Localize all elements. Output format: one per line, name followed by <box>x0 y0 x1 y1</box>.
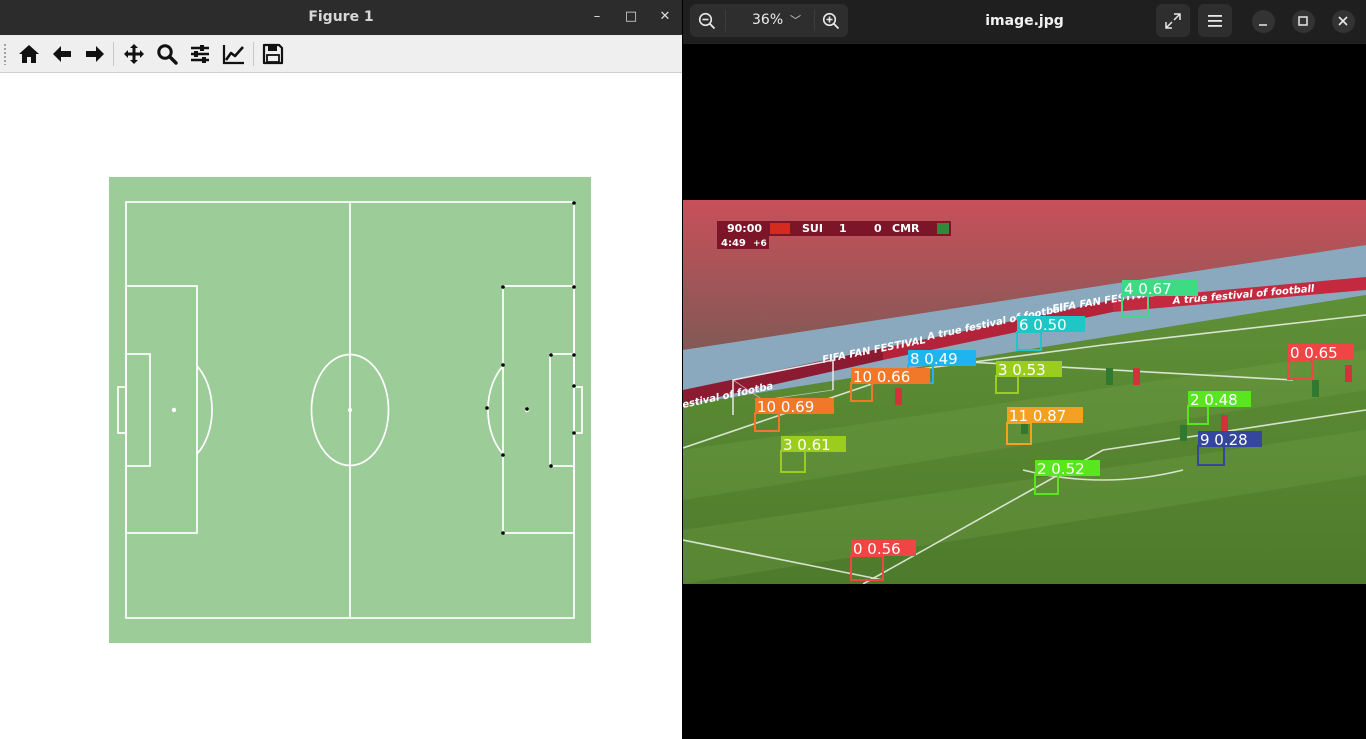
zoom-controls: 36% ﹀ <box>690 4 848 37</box>
stoppage-clock: 4:49 <box>721 238 746 249</box>
zoom-magnifier-icon <box>157 44 178 65</box>
zoom-in-button[interactable] <box>814 4 848 37</box>
main-menu-button[interactable] <box>1198 4 1232 37</box>
away-team: CMR <box>892 222 920 235</box>
keypoint-marker <box>501 453 505 457</box>
back-button[interactable] <box>48 40 76 68</box>
save-button[interactable] <box>259 40 287 68</box>
zoom-out-icon <box>698 12 716 30</box>
figure-titlebar[interactable]: Figure 1 – □ ✕ <box>0 0 682 35</box>
back-arrow-icon <box>53 46 71 62</box>
edit-axes-button[interactable] <box>219 40 247 68</box>
viewer-maximize-button[interactable] <box>1292 10 1315 33</box>
close-icon <box>1338 16 1348 26</box>
close-button[interactable]: ✕ <box>651 4 679 30</box>
home-icon <box>19 45 39 63</box>
keypoint-marker <box>501 531 505 535</box>
keypoint-marker <box>572 285 576 289</box>
toolbar-separator <box>113 42 114 66</box>
figure-canvas[interactable] <box>0 73 682 739</box>
detection-label: 3 0.61 <box>783 436 831 454</box>
fullscreen-button[interactable] <box>1156 4 1190 37</box>
save-floppy-icon <box>262 43 284 65</box>
keypoint-marker <box>549 353 553 357</box>
home-score: 1 <box>839 222 847 235</box>
detection-label: 4 0.67 <box>1124 280 1172 298</box>
zoom-level-value: 36% <box>752 12 784 28</box>
zoom-level-dropdown[interactable]: 36% ﹀ <box>726 4 814 37</box>
detection-label: 0 0.56 <box>853 540 901 558</box>
viewer-minimize-button[interactable] <box>1252 10 1275 33</box>
menu-icon <box>1208 15 1222 27</box>
detection-label: 3 0.53 <box>998 361 1046 379</box>
match-clock: 90:00 <box>727 222 762 235</box>
viewer-headerbar[interactable]: 36% ﹀ image.jpg <box>683 0 1366 44</box>
detection-label: 6 0.50 <box>1019 316 1067 334</box>
subplots-sliders-icon <box>191 45 209 63</box>
pan-icon <box>124 44 144 64</box>
forward-button[interactable] <box>81 40 109 68</box>
keypoint-marker <box>572 384 576 388</box>
figure-title: Figure 1 <box>308 9 374 25</box>
keypoint-marker <box>549 464 553 468</box>
keypoint-marker <box>485 406 489 410</box>
toolbar-separator <box>253 42 254 66</box>
away-score: 0 <box>874 222 882 235</box>
navigation-toolbar <box>0 35 682 73</box>
viewer-close-button[interactable] <box>1332 10 1355 33</box>
zoom-rect-button[interactable] <box>153 40 181 68</box>
maximize-icon <box>1298 16 1308 26</box>
zoom-out-button[interactable] <box>690 4 724 37</box>
detection-label: 10 0.69 <box>757 398 814 416</box>
left-penalty-spot <box>171 407 177 413</box>
detection-label: 8 0.49 <box>910 350 958 368</box>
edit-axes-icon <box>222 45 244 65</box>
forward-arrow-icon <box>86 46 104 62</box>
detection-label: 11 0.87 <box>1009 407 1066 425</box>
detection-label: 9 0.28 <box>1200 431 1248 449</box>
keypoint-marker <box>572 201 576 205</box>
subplots-button[interactable] <box>186 40 214 68</box>
toolbar-grip[interactable] <box>3 43 7 65</box>
minimize-icon <box>1259 24 1267 26</box>
detection-photo[interactable]: FIFA FAN FESTIVAL A true festival of foo… <box>683 200 1366 584</box>
zoom-in-icon <box>822 12 840 30</box>
detection-label: 10 0.66 <box>853 368 910 386</box>
fullscreen-icon <box>1165 13 1181 29</box>
pan-button[interactable] <box>120 40 148 68</box>
chevron-down-icon: ﹀ <box>790 14 801 27</box>
soccer-pitch-plot <box>109 177 591 643</box>
keypoint-marker <box>572 353 576 357</box>
maximize-button[interactable]: □ <box>617 4 645 30</box>
home-button[interactable] <box>15 40 43 68</box>
keypoint-marker <box>501 363 505 367</box>
keypoint-marker <box>501 285 505 289</box>
center-spot <box>348 408 352 412</box>
image-viewer-window: 36% ﹀ image.jpg FIFA FAN FESTIVAL A true… <box>683 0 1366 739</box>
detection-label: 0 0.65 <box>1290 344 1338 362</box>
detection-label: 2 0.48 <box>1190 391 1238 409</box>
figure-window: Figure 1 – □ ✕ <box>0 0 682 739</box>
keypoint-marker <box>525 407 529 411</box>
added-time: +6 <box>753 239 767 249</box>
minimize-button[interactable]: – <box>583 4 611 30</box>
detection-label: 2 0.52 <box>1037 460 1085 478</box>
keypoint-marker <box>572 431 576 435</box>
home-team: SUI <box>802 222 823 235</box>
